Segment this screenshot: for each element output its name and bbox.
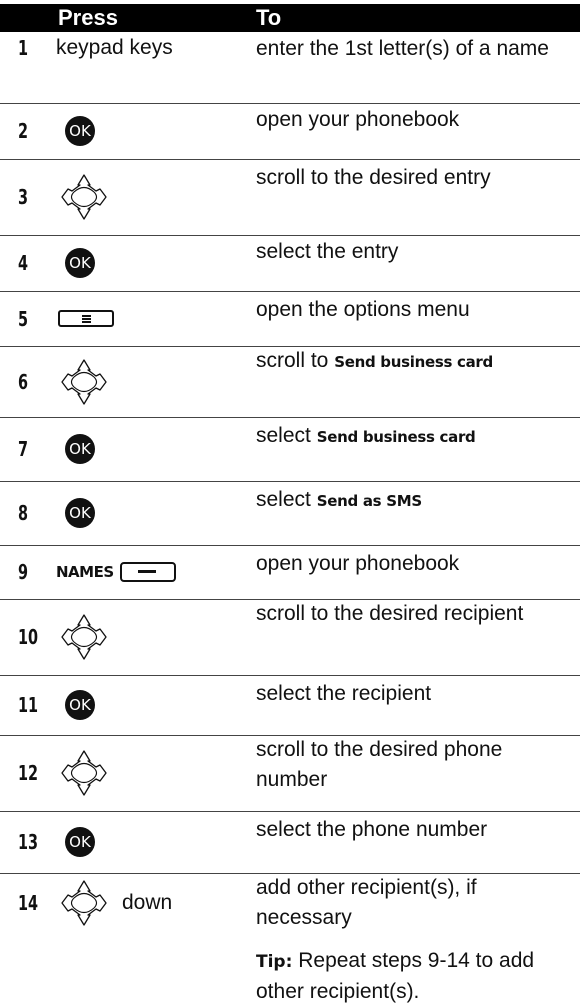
press-cell [56, 749, 108, 797]
step-number: 4 [18, 251, 29, 275]
instruction-text: scroll to [256, 349, 335, 372]
tip-label: Tip: [256, 952, 293, 972]
to-cell: add other recipient(s), if necessary [256, 873, 571, 933]
table-row: 12 scroll to the desired phone number [0, 735, 580, 812]
table-row: 10 scroll to the desired recipient [0, 599, 580, 676]
instruction-text: scroll to the desired entry [256, 166, 491, 189]
to-cell: select the recipient [256, 679, 571, 709]
press-cell: OK [56, 489, 95, 537]
nav-key-icon [61, 358, 107, 405]
press-cell [56, 295, 114, 343]
soft-key-icon [119, 562, 176, 582]
press-text: down [122, 891, 173, 914]
instruction-text: scroll to the desired recipient [256, 602, 524, 625]
instruction-text: open your phonebook [256, 552, 460, 575]
instruction-text: enter the 1st letter(s) of a name [256, 37, 549, 60]
instruction-text: select [256, 488, 317, 511]
to-cell: open your phonebook [256, 105, 571, 135]
table-row: 2 OK open your phonebook [0, 103, 580, 160]
instruction-text: open your phonebook [256, 108, 460, 131]
ok-key-icon: OK [65, 827, 95, 857]
table-row: 11 OK select the recipient [0, 675, 580, 736]
step-number: 7 [18, 437, 29, 461]
ok-key-icon: OK [65, 248, 95, 278]
table-row: 4 OK select the entry [0, 235, 580, 292]
step-number: 5 [18, 306, 29, 331]
instruction-text: select the entry [256, 240, 399, 263]
to-cell: select the entry [256, 237, 571, 267]
nav-key-icon [61, 880, 107, 926]
step-number: 3 [18, 185, 29, 209]
press-cell: OK [56, 239, 95, 287]
to-cell: open the options menu [256, 295, 571, 325]
instruction-text: scroll to the desired phone number [256, 738, 503, 791]
to-cell: select Send as SMS [256, 485, 571, 516]
to-cell: select the phone number [256, 815, 571, 845]
instruction-text: open the options menu [256, 298, 470, 321]
step-number: 11 [18, 693, 39, 717]
to-column-header: To [256, 5, 282, 30]
table-row: 1 keypad keys enter the 1st letter(s) of a… [0, 32, 580, 104]
step-number: 2 [18, 119, 29, 143]
press-cell: OK [56, 107, 95, 155]
step-number: 6 [18, 369, 29, 394]
step-number: 9 [18, 560, 29, 584]
names-label: NAMES [56, 563, 114, 581]
menu-option-keyword: Send business card [334, 353, 493, 371]
instruction-text: select the recipient [256, 682, 432, 705]
ok-key-icon: OK [65, 116, 95, 146]
press-cell [56, 173, 108, 221]
press-cell: OK [56, 425, 95, 473]
nav-key-icon [61, 174, 107, 220]
press-cell: OK [56, 818, 95, 866]
press-text: keypad keys [56, 36, 173, 59]
instruction-text: select [256, 424, 317, 447]
to-cell: enter the 1st letter(s) of a name [256, 34, 571, 64]
menu-option-keyword: Send as SMS [316, 492, 422, 510]
to-cell: scroll to Send business card [256, 346, 571, 377]
table-row: 6 scroll to Send business card [0, 346, 580, 418]
menu-key-icon [58, 310, 114, 327]
press-cell: down [56, 879, 172, 927]
to-cell: select Send business card [256, 421, 571, 452]
step-number: 8 [18, 501, 29, 525]
press-cell [56, 358, 108, 406]
press-cell: keypad keys [56, 24, 173, 72]
instruction-text: select the phone number [256, 818, 488, 841]
press-cell: NAMES [56, 548, 176, 596]
ok-key-icon: OK [65, 498, 95, 528]
to-cell: scroll to the desired recipient [256, 599, 571, 629]
table-row: 13 OK select the phone number [0, 811, 580, 874]
step-number: 10 [18, 625, 39, 649]
step-number: 1 [18, 36, 29, 60]
press-cell [56, 613, 108, 661]
ok-key-icon: OK [65, 690, 95, 720]
to-cell: open your phonebook [256, 549, 571, 579]
nav-key-icon [61, 750, 107, 796]
step-number: 12 [18, 761, 39, 785]
to-cell: scroll to the desired entry [256, 163, 571, 193]
menu-option-keyword: Send business card [316, 428, 476, 446]
table-row: 5 open the options menu [0, 291, 580, 347]
step-number: 14 [18, 891, 39, 915]
ok-key-icon: OK [65, 434, 95, 464]
instruction-text: add other recipient(s), if necessary [256, 876, 477, 929]
tip-note: Tip: Repeat steps 9-14 to add other reci… [256, 946, 571, 1007]
step-number: 13 [18, 830, 39, 854]
nav-key-icon [61, 614, 107, 660]
table-row: 9 NAMES open your phonebook [0, 545, 580, 600]
press-cell: OK [56, 681, 95, 729]
to-cell: scroll to the desired phone number [256, 735, 571, 795]
table-row: 8 OK select Send as SMS [0, 481, 580, 546]
table-row: 14 down add other recipient(s), if necessa… [0, 873, 580, 1003]
table-row: 3 scroll to the desired entry [0, 159, 580, 236]
table-row: 7 OK select Send business card [0, 417, 580, 482]
